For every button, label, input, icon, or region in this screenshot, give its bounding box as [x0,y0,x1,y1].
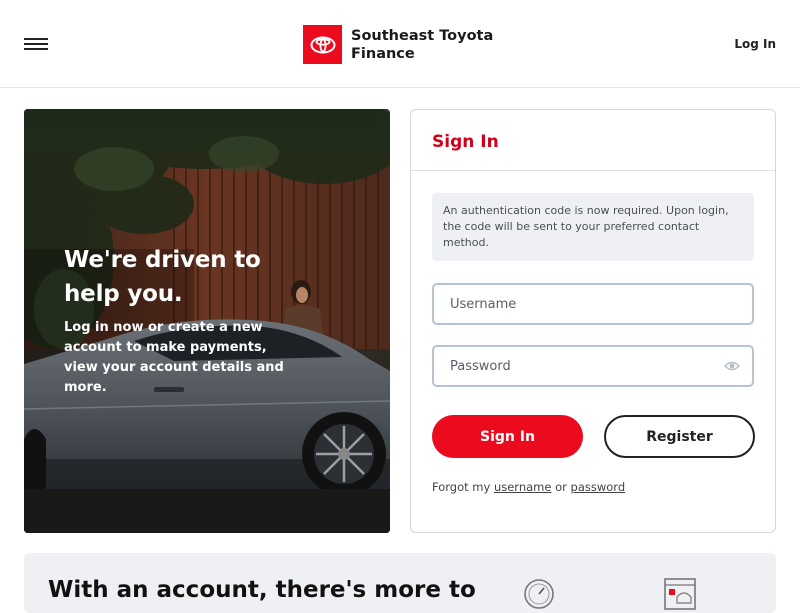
hero-subtitle: Log in now or create a new account to ma… [64,320,284,395]
header-login-link[interactable]: Log In [734,37,776,51]
forgot-or: or [555,480,567,494]
signin-card: Sign In An authentication code is now re… [410,109,776,533]
forgot-password-link[interactable]: password [571,480,626,494]
password-input[interactable] [434,347,752,385]
forgot-credentials: Forgot my username or password [432,480,625,494]
brand-name-line2: Finance [351,45,415,62]
username-input[interactable] [434,285,752,323]
document-car-icon [664,578,696,610]
speedometer-icon [524,579,554,609]
forgot-prefix: Forgot my [432,480,491,494]
features-title: With an account, there's more to [48,577,476,603]
hero-image-panel: We're driven to help you. Log in now or … [24,109,390,533]
toyota-logo-icon [303,25,342,64]
hero-title: We're driven to help you. [64,247,261,307]
signin-title: Sign In [432,132,499,152]
brand-logo[interactable]: Southeast Toyota Finance [303,25,493,64]
show-password-eye-icon[interactable] [724,360,740,372]
forgot-username-link[interactable]: username [494,480,552,494]
hamburger-menu-icon[interactable] [24,38,48,52]
username-field-wrapper [432,283,754,325]
signin-button[interactable]: Sign In [432,415,583,458]
features-panel: With an account, there's more to [24,553,776,613]
password-field-wrapper [432,345,754,387]
site-header: Southeast Toyota Finance Log In [0,0,800,88]
register-button[interactable]: Register [604,415,755,458]
brand-name-line1: Southeast Toyota [351,27,494,44]
card-divider [411,170,775,171]
auth-notice: An authentication code is now required. … [432,193,754,261]
